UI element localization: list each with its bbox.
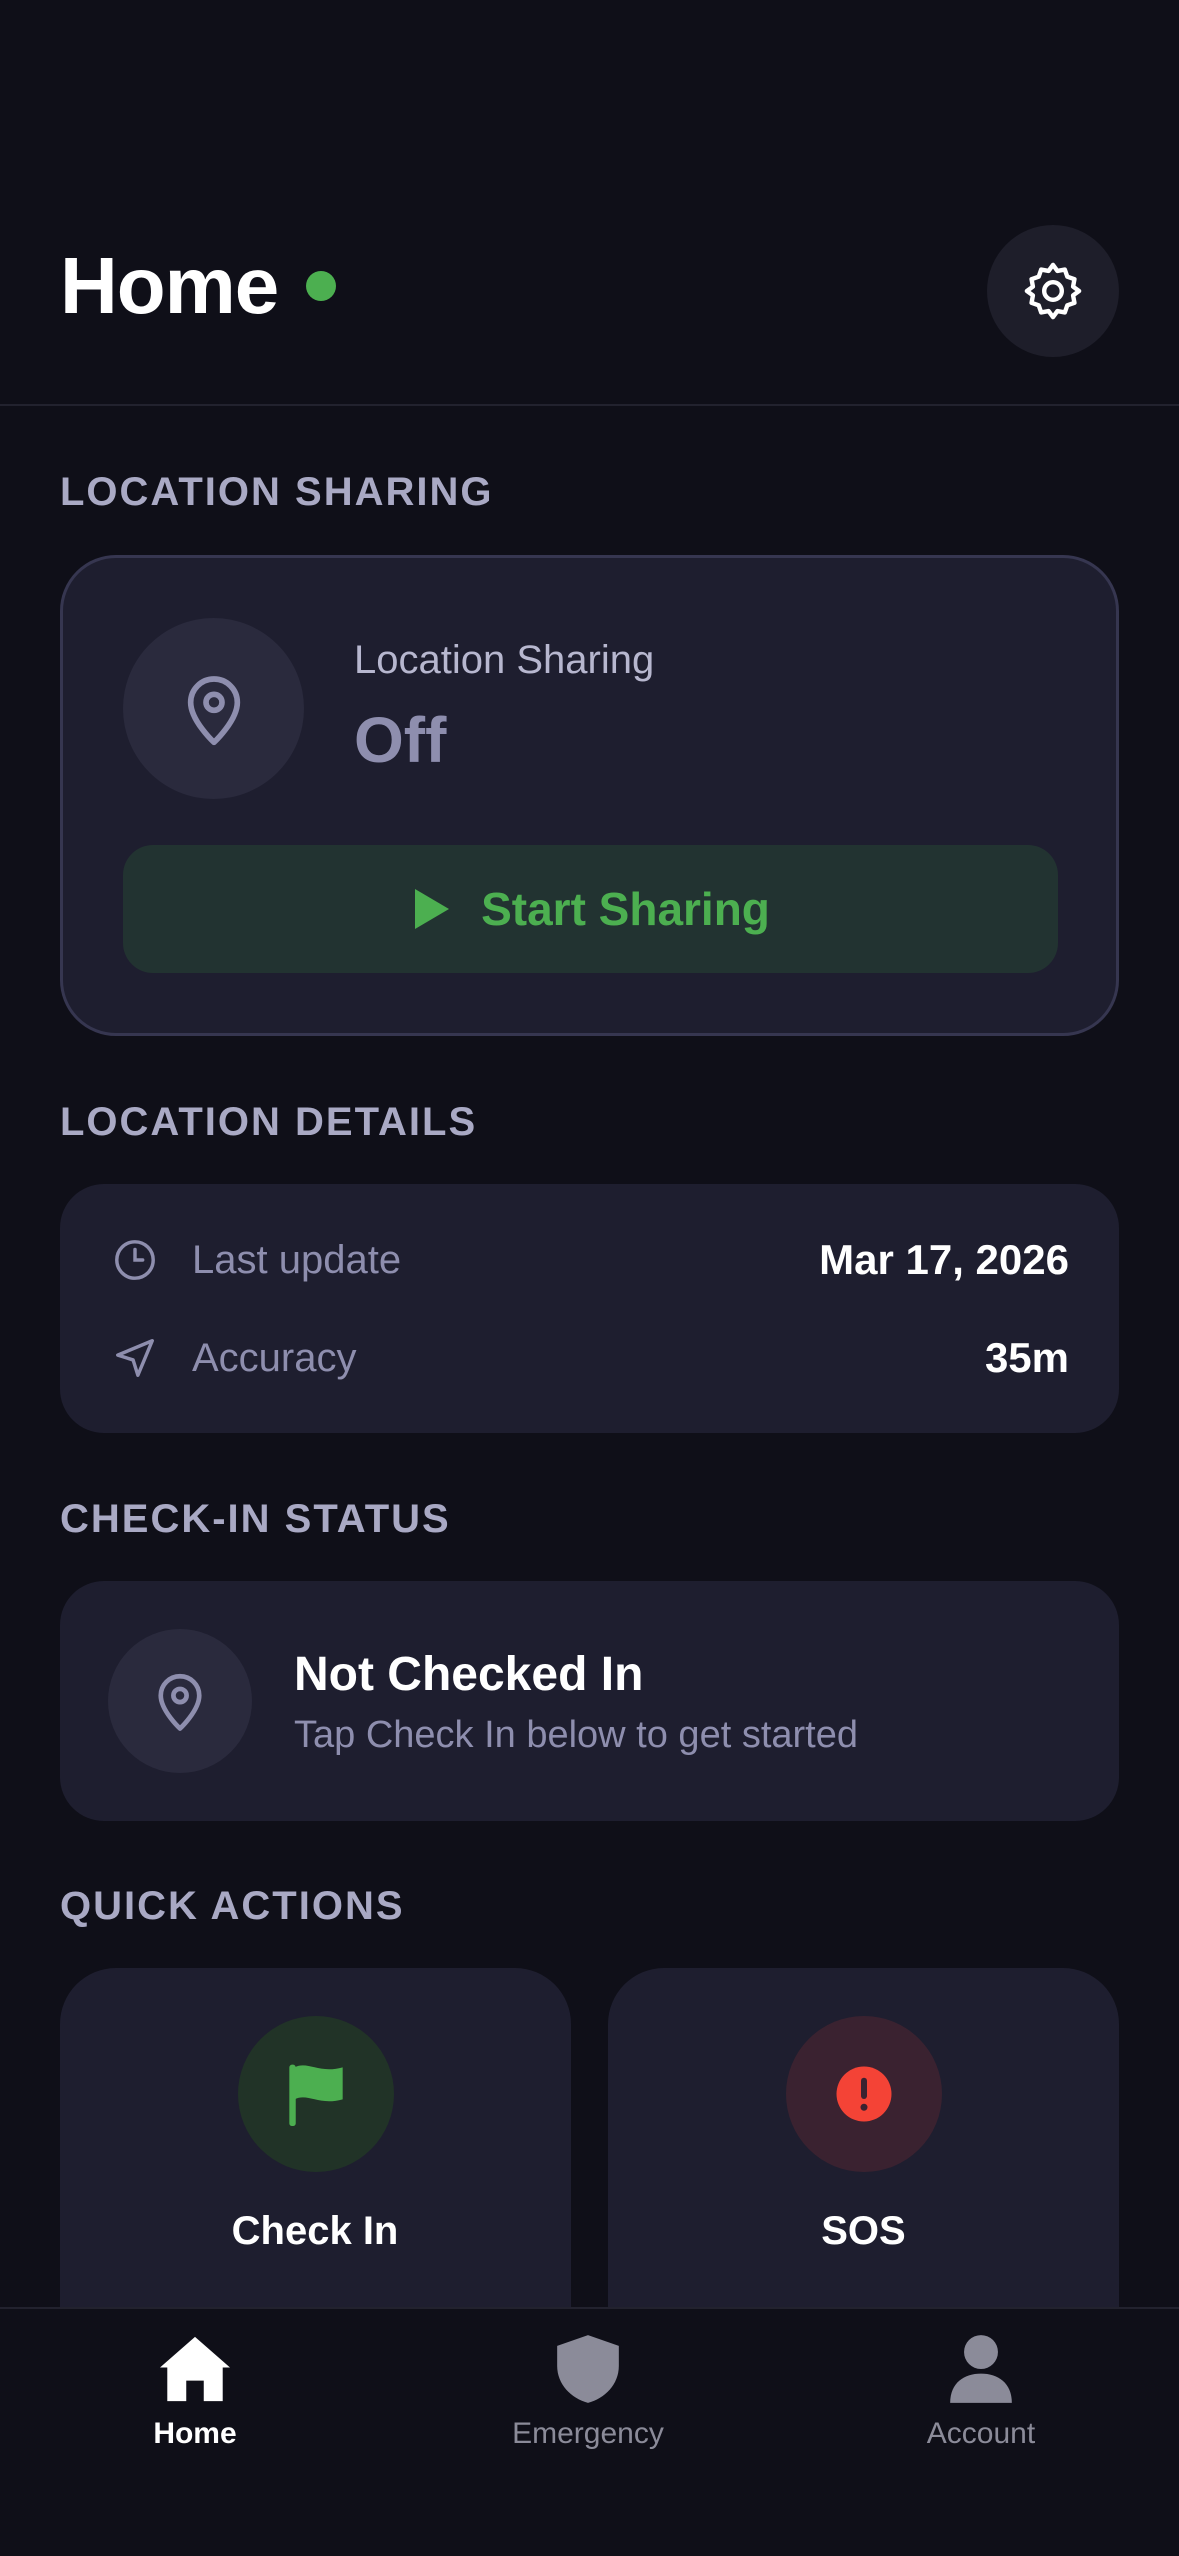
header: Home [0, 0, 1179, 406]
check-in-icon-badge [238, 2016, 394, 2172]
tab-account[interactable]: Account [851, 2329, 1111, 2469]
tab-emergency[interactable]: Emergency [458, 2329, 718, 2469]
start-sharing-label: Start Sharing [481, 883, 770, 935]
person-icon [851, 2329, 1111, 2409]
detail-label: Accuracy [192, 1335, 357, 1380]
location-pin-badge [123, 618, 304, 799]
tab-label: Emergency [512, 2417, 664, 2450]
sos-icon-badge [786, 2016, 942, 2172]
section-label-location-sharing: LOCATION SHARING [60, 470, 494, 514]
navigation-arrow-icon [110, 1333, 160, 1383]
map-pin-icon [187, 675, 240, 745]
detail-row-accuracy: Accuracy 35m [110, 1328, 1069, 1388]
checkin-title: Not Checked In [294, 1648, 644, 1701]
alert-icon [836, 2066, 892, 2122]
home-screen: Home LOCATION SHARING Location Sharing O… [0, 0, 1179, 2556]
start-sharing-button[interactable]: Start Sharing [123, 845, 1058, 973]
location-details-card: Last update Mar 17, 2026 Accuracy 35m [60, 1184, 1119, 1433]
shield-icon [458, 2329, 718, 2409]
home-icon [65, 2329, 325, 2409]
section-label-location-details: LOCATION DETAILS [60, 1100, 478, 1144]
checkin-status-card: Not Checked In Tap Check In below to get… [60, 1581, 1119, 1821]
sharing-label: Location Sharing [354, 638, 655, 682]
online-status-dot [306, 271, 337, 301]
play-icon [415, 889, 450, 929]
page-title: Home [60, 241, 279, 330]
sos-label: SOS [821, 2209, 906, 2253]
gear-icon [1024, 262, 1082, 320]
check-in-label: Check In [231, 2209, 399, 2253]
bottom-tab-bar: Home Emergency Account [0, 2307, 1179, 2556]
clock-icon [110, 1235, 160, 1285]
checkin-subtitle: Tap Check In below to get started [294, 1714, 858, 1756]
checkin-pin-badge [108, 1629, 252, 1773]
location-sharing-card: Location Sharing Off Start Sharing [60, 555, 1119, 1036]
detail-value: Mar 17, 2026 [819, 1236, 1069, 1283]
section-label-quick-actions: QUICK ACTIONS [60, 1884, 405, 1928]
tab-home[interactable]: Home [65, 2329, 325, 2469]
section-label-checkin-status: CHECK-IN STATUS [60, 1497, 451, 1541]
detail-label: Last update [192, 1237, 402, 1282]
tab-label: Account [926, 2417, 1036, 2450]
map-pin-icon [158, 1673, 202, 1731]
title-wrap: Home [60, 240, 337, 332]
tab-label: Home [153, 2417, 237, 2450]
detail-value: 35m [984, 1334, 1069, 1381]
flag-icon [289, 2064, 343, 2126]
settings-button[interactable] [987, 225, 1119, 357]
sharing-state: Off [354, 704, 447, 776]
detail-row-last-update: Last update Mar 17, 2026 [110, 1230, 1069, 1290]
